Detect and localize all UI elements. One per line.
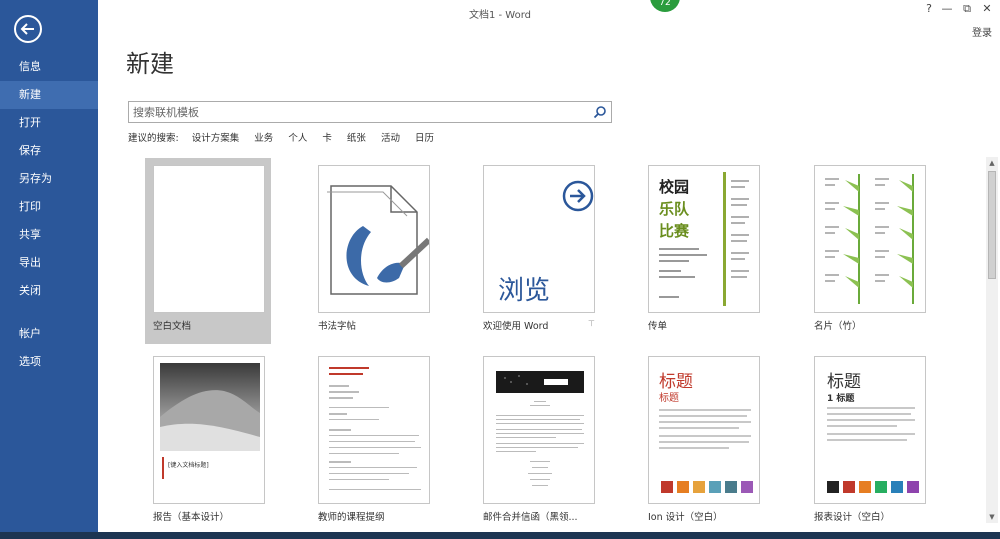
template-label: 报表设计（空白）: [814, 512, 891, 523]
search-icon[interactable]: [593, 105, 607, 119]
template-thumbnail: [483, 356, 595, 504]
ion-decoration: [659, 409, 753, 493]
vertical-scrollbar[interactable]: ▲ ▼: [986, 157, 998, 523]
suggestion-business[interactable]: 业务: [254, 133, 273, 144]
template-blank-document[interactable]: 空白文档: [145, 158, 271, 344]
bamboo-cards: [825, 174, 914, 304]
sidebar-item-account[interactable]: 帐户: [0, 320, 98, 348]
template-label: 报告（基本设计）: [153, 512, 230, 523]
sidebar-item-save-as[interactable]: 另存为: [0, 165, 98, 193]
template-thumbnail: [814, 165, 926, 313]
template-teacher-syllabus[interactable]: 教师的课程提纲: [310, 349, 436, 535]
suggested-searches: 建议的搜索: 设计方案集 业务 个人 卡 纸张 活动 日历: [128, 130, 446, 144]
suggestion-card[interactable]: 卡: [322, 133, 332, 144]
template-label: 邮件合并信函（黑领...: [483, 512, 578, 523]
template-label: Ion 设计（空白）: [648, 512, 723, 523]
template-label: 教师的课程提纲: [318, 512, 385, 523]
os-taskbar: [0, 532, 1000, 539]
template-thumbnail: 校园 乐队 比赛: [648, 165, 760, 313]
template-label: 书法字帖: [318, 321, 357, 332]
template-mail-merge-letter[interactable]: 邮件合并信函（黑领...: [475, 349, 601, 535]
sidebar-item-info[interactable]: 信息: [0, 53, 98, 81]
template-report-design[interactable]: 标题 1 标题 报表设计（空白）: [806, 349, 932, 535]
template-report-basic[interactable]: [键入文档标题] 报告（基本设计）: [145, 349, 271, 535]
suggestion-paper[interactable]: 纸张: [347, 133, 366, 144]
template-label: 传单: [648, 321, 668, 332]
restore-button[interactable]: ⧉: [958, 2, 976, 16]
template-thumbnail: 浏览: [483, 165, 595, 313]
page-title: 新建: [126, 50, 174, 78]
report-title-placeholder: [键入文档标题]: [168, 462, 209, 469]
scroll-down-icon[interactable]: ▼: [986, 511, 998, 523]
template-label: 名片（竹）: [814, 321, 862, 332]
login-link[interactable]: 登录: [972, 24, 992, 39]
letter-preview: [496, 371, 584, 486]
suggestion-event[interactable]: 活动: [381, 133, 400, 144]
window-title: 文档1 - Word: [468, 10, 532, 21]
minimize-button[interactable]: —: [938, 2, 956, 15]
template-thumbnail: 标题 1 标题: [814, 356, 926, 504]
sidebar-item-share[interactable]: 共享: [0, 221, 98, 249]
arrow-right-circle-icon: [562, 180, 594, 212]
sidebar-item-open[interactable]: 打开: [0, 109, 98, 137]
syllabus-preview: [329, 367, 421, 490]
pin-icon[interactable]: ⊤: [588, 319, 595, 328]
template-calligraphy[interactable]: 书法字帖: [310, 158, 436, 344]
suggestion-design-set[interactable]: 设计方案集: [192, 133, 240, 144]
search-input[interactable]: [133, 104, 573, 120]
backstage-sidebar: 信息 新建 打开 保存 另存为 打印 共享 导出 关闭 帐户 选项: [0, 0, 98, 539]
sidebar-item-export[interactable]: 导出: [0, 249, 98, 277]
scroll-thumb[interactable]: [988, 171, 996, 279]
close-button[interactable]: ✕: [978, 2, 996, 15]
calligraphy-brush-icon: [327, 185, 429, 295]
template-welcome-word[interactable]: 浏览 欢迎使用 Word ⊤: [475, 158, 601, 344]
template-thumbnail: [318, 356, 430, 504]
suggestion-personal[interactable]: 个人: [288, 133, 307, 144]
report-decoration: [827, 407, 919, 493]
desert-photo: [160, 363, 260, 479]
template-flyer[interactable]: 校园 乐队 比赛 传单: [640, 158, 766, 344]
sidebar-item-print[interactable]: 打印: [0, 193, 98, 221]
template-thumbnail: [键入文档标题]: [153, 356, 265, 504]
browse-text: 浏览: [498, 276, 551, 306]
sidebar-item-save[interactable]: 保存: [0, 137, 98, 165]
template-thumbnail: 标题 标题: [648, 356, 760, 504]
sidebar-item-new[interactable]: 新建: [0, 81, 98, 109]
help-button[interactable]: ?: [920, 2, 938, 15]
scroll-up-icon[interactable]: ▲: [986, 157, 998, 169]
template-thumbnail: [153, 165, 265, 313]
flyer-decoration: [659, 172, 749, 306]
template-label: 空白文档: [153, 321, 192, 332]
suggested-label: 建议的搜索:: [128, 133, 179, 144]
back-arrow-icon: [20, 23, 34, 35]
template-label: 欢迎使用 Word: [483, 321, 549, 332]
template-thumbnail: [318, 165, 430, 313]
template-ion-design[interactable]: 标题 标题 Ion 设计（空白）: [640, 349, 766, 535]
template-search: [128, 101, 612, 123]
template-business-card-bamboo[interactable]: 名片（竹）: [806, 158, 932, 344]
sidebar-item-close[interactable]: 关闭: [0, 277, 98, 305]
suggestion-calendar[interactable]: 日历: [415, 133, 434, 144]
sidebar-item-options[interactable]: 选项: [0, 348, 98, 376]
